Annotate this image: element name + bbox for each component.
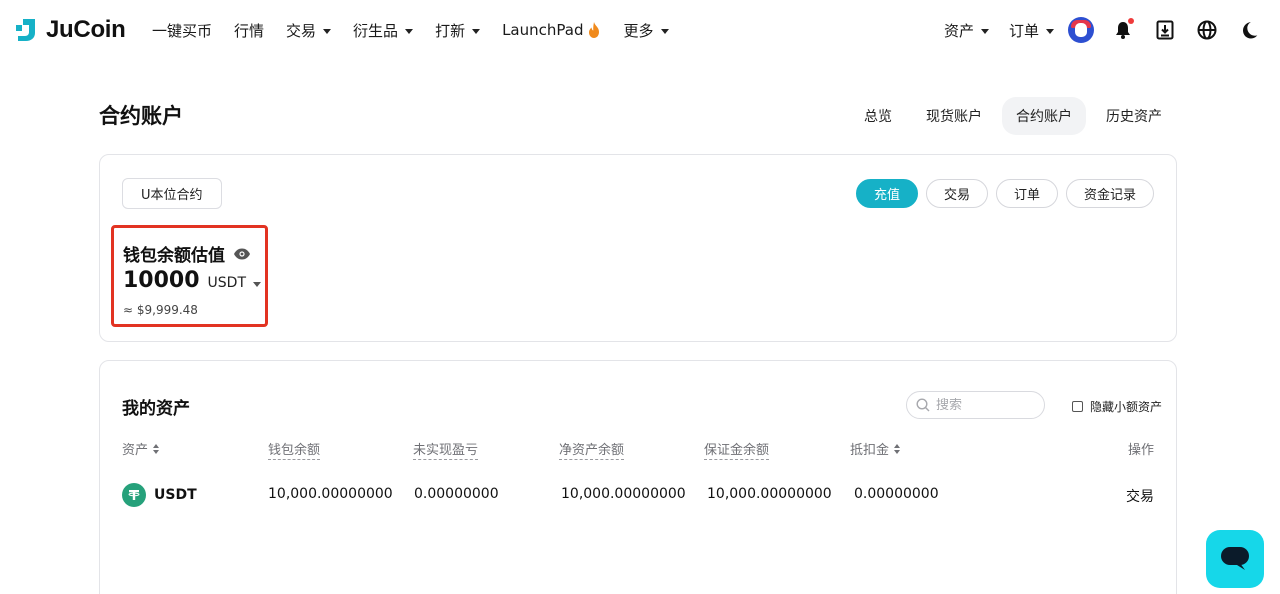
nav-label: 交易: [286, 21, 317, 40]
chevron-down-icon: [323, 28, 332, 34]
notification-dot: [1128, 18, 1134, 24]
col-label: 净资产余额: [559, 439, 625, 460]
row-trade-link[interactable]: 交易: [1126, 486, 1154, 506]
nav-label: LaunchPad: [502, 21, 584, 39]
account-tabs: 总览 现货账户 合约账户 历史资产: [844, 97, 1176, 135]
balance-highlight-box: 钱包余额估值 10000 USDT ≈ $9,999.48: [111, 225, 268, 327]
nav-label: 一键买币: [152, 21, 213, 40]
col-label: 钱包余额: [268, 439, 321, 460]
chevron-down-icon: [253, 282, 262, 287]
col-label: 保证金余额: [704, 439, 770, 460]
nav-label: 资产: [943, 21, 974, 40]
search-icon: [916, 398, 930, 412]
cell-net-balance: 10,000.00000000: [561, 486, 686, 502]
nav-derivatives[interactable]: 衍生品: [353, 20, 414, 41]
search-input[interactable]: [936, 397, 1036, 413]
col-unrealized-pnl: 未实现盈亏: [413, 439, 479, 460]
usdt-margined-tab[interactable]: U本位合约: [122, 178, 222, 209]
trade-button[interactable]: 交易: [925, 179, 988, 208]
col-label: 资产: [122, 443, 149, 458]
language-button[interactable]: [1194, 17, 1220, 43]
chevron-down-icon: [1046, 28, 1054, 34]
nav-more[interactable]: 更多: [623, 20, 669, 41]
col-label: 抵扣金: [850, 443, 890, 458]
nav-label: 订单: [1008, 21, 1039, 40]
flame-icon: [589, 22, 600, 38]
theme-toggle[interactable]: [1236, 17, 1262, 43]
hide-small-assets-toggle[interactable]: 隐藏小额资产: [1072, 398, 1162, 415]
download-icon: [1156, 20, 1174, 40]
chat-icon: [1221, 547, 1249, 570]
support-chat-button[interactable]: [1206, 530, 1264, 588]
nav-trade[interactable]: 交易: [286, 20, 332, 41]
hide-small-checkbox[interactable]: [1072, 401, 1083, 412]
tether-icon: [122, 483, 146, 507]
nav-label: 衍生品: [353, 21, 399, 40]
col-net-balance: 净资产余额: [559, 439, 625, 460]
account-summary-card: U本位合约 充值 交易 订单 资金记录 钱包余额估值 10000 USDT ≈ …: [99, 154, 1177, 342]
account-actions: 充值 交易 订单 资金记录: [848, 179, 1154, 208]
sort-icon: [894, 443, 901, 454]
brand-name: JuCoin: [46, 16, 126, 43]
col-label: 操作: [1127, 443, 1154, 458]
logo[interactable]: JuCoin: [14, 16, 126, 44]
tab-history-assets[interactable]: 历史资产: [1092, 97, 1176, 135]
main-nav: 一键买币 行情 交易 衍生品 打新 LaunchPad 更多: [152, 0, 691, 60]
col-action: 操作: [1128, 439, 1154, 458]
cell-margin-balance: 10,000.00000000: [707, 486, 832, 502]
tab-spot-account[interactable]: 现货账户: [912, 97, 996, 135]
hide-small-label: 隐藏小额资产: [1090, 400, 1163, 414]
balance-amount: 10000: [123, 268, 200, 293]
balance-usd-estimate: ≈ $9,999.48: [123, 303, 198, 317]
nav-launchpad[interactable]: LaunchPad: [502, 21, 601, 39]
moon-icon: [1243, 22, 1258, 39]
col-asset[interactable]: 资产: [122, 439, 160, 458]
col-label: 未实现盈亏: [413, 439, 479, 460]
assets-title: 我的资产: [122, 399, 190, 419]
funding-records-button[interactable]: 资金记录: [1065, 179, 1154, 208]
wallet-balance-value: 10000 USDT: [123, 268, 262, 293]
notifications-button[interactable]: [1110, 17, 1136, 43]
page-title: 合约账户: [99, 104, 183, 128]
nav-label: 行情: [234, 21, 265, 40]
col-deduction[interactable]: 抵扣金: [850, 439, 901, 458]
chevron-down-icon: [405, 28, 414, 34]
tab-futures-account[interactable]: 合约账户: [1002, 97, 1086, 135]
nav-ieo[interactable]: 打新: [435, 20, 481, 41]
cell-unrealized-pnl: 0.00000000: [414, 486, 499, 502]
jucoin-logo-icon: [16, 19, 35, 41]
eye-icon[interactable]: [233, 248, 251, 260]
tab-overview[interactable]: 总览: [850, 97, 906, 135]
top-nav: JuCoin 一键买币 行情 交易 衍生品 打新 LaunchPad 更多 资产…: [0, 0, 1280, 60]
asset-search: [906, 391, 1045, 419]
nav-label: 更多: [623, 21, 654, 40]
balance-unit-select[interactable]: USDT: [207, 275, 262, 291]
globe-icon: [1197, 20, 1217, 40]
chevron-down-icon: [980, 28, 989, 34]
sort-icon: [153, 443, 160, 454]
chevron-down-icon: [472, 28, 481, 34]
chevron-down-icon: [660, 28, 669, 34]
deposit-button[interactable]: 充值: [855, 179, 918, 208]
cell-deduction: 0.00000000: [854, 486, 939, 502]
orders-button[interactable]: 订单: [995, 179, 1058, 208]
avatar-face: [1075, 23, 1087, 37]
wallet-balance-label: 钱包余额估值: [123, 241, 251, 266]
table-row-coin: USDT: [122, 483, 197, 507]
cell-wallet-balance: 10,000.00000000: [268, 486, 393, 502]
col-margin-balance: 保证金余额: [704, 439, 770, 460]
nav-orders[interactable]: 订单: [1009, 20, 1054, 41]
wallet-balance-label-text: 钱包余额估值: [123, 246, 225, 266]
coin-name: USDT: [154, 487, 197, 503]
col-wallet-balance: 钱包余额: [268, 439, 321, 460]
avatar[interactable]: [1068, 17, 1094, 43]
nav-buy-crypto[interactable]: 一键买币: [152, 20, 212, 41]
my-assets-card: 我的资产 隐藏小额资产 资产 钱包余额 未实现盈亏 净资产余额 保证金余额 抵扣…: [99, 360, 1177, 594]
nav-right: 资产 订单: [944, 0, 1262, 60]
nav-label: 打新: [435, 21, 466, 40]
balance-unit-label: USDT: [207, 275, 247, 291]
nav-markets[interactable]: 行情: [234, 20, 264, 41]
download-button[interactable]: [1152, 17, 1178, 43]
nav-assets[interactable]: 资产: [944, 20, 989, 41]
